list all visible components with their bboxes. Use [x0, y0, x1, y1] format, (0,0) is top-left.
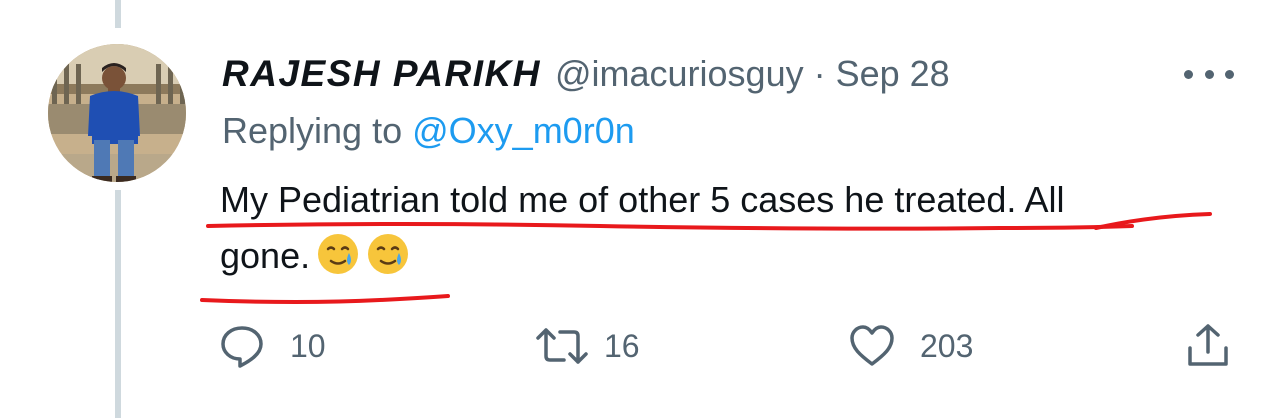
- tweet-text-line-2-text: gone.: [220, 235, 311, 276]
- retweet-count: 16: [604, 327, 640, 364]
- retweet-icon: [536, 328, 588, 364]
- thread-line-top: [115, 0, 121, 28]
- like-button[interactable]: 203: [848, 318, 973, 374]
- tweet-actions: 10 16 203: [218, 318, 1238, 374]
- thread-line-bottom: [115, 190, 121, 418]
- smiling-face-with-tear-icon: [368, 234, 409, 274]
- tweet-header: RAJESH PARIKH @imacuriosguy · Sep 28: [222, 46, 950, 102]
- share-icon: [1188, 324, 1228, 366]
- replying-mention-link[interactable]: @Oxy_m0r0n: [412, 110, 635, 151]
- replying-to-line: Replying to @Oxy_m0r0n: [222, 110, 635, 152]
- tweet-date[interactable]: Sep 28: [836, 53, 950, 95]
- author-name[interactable]: RAJESH PARIKH: [222, 53, 541, 95]
- retweet-button[interactable]: 16: [534, 318, 640, 374]
- reply-icon: [221, 326, 263, 368]
- more-icon[interactable]: [1184, 56, 1234, 92]
- reply-count: 10: [290, 327, 326, 364]
- share-button[interactable]: [1184, 318, 1232, 374]
- like-count: 203: [920, 327, 974, 364]
- reply-button[interactable]: 10: [218, 318, 326, 374]
- author-handle[interactable]: @imacuriosguy: [555, 53, 804, 95]
- tweet-text-line-2: gone.: [220, 228, 1230, 284]
- tweet-text-line-1: My Pediatrian told me of other 5 cases h…: [220, 179, 1065, 220]
- tweet-text: My Pediatrian told me of other 5 cases h…: [220, 172, 1230, 284]
- avatar[interactable]: [48, 44, 186, 182]
- separator: ·: [813, 53, 826, 94]
- smiling-face-with-tear-icon: [318, 234, 359, 274]
- like-icon: [850, 325, 894, 366]
- replying-prefix: Replying to: [222, 110, 403, 151]
